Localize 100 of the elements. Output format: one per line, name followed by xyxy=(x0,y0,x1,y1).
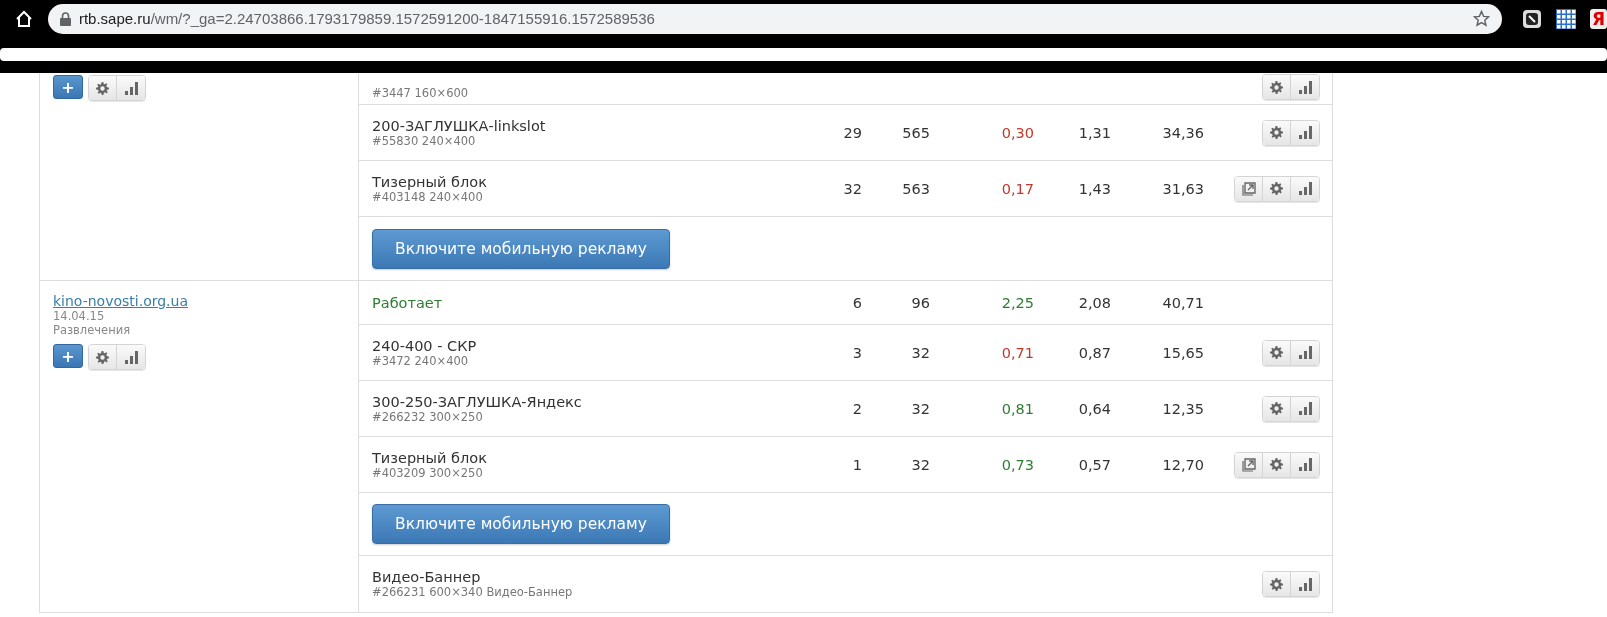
stat-value: 0,64 xyxy=(1077,400,1111,417)
placement-title: Тизерный блок xyxy=(372,173,488,190)
stat-value: 563 xyxy=(901,180,930,197)
export-button[interactable] xyxy=(1235,176,1263,201)
status-text: Работает xyxy=(372,294,444,311)
stat-value: 1,43 xyxy=(1077,180,1111,197)
placement-info: #403209 300×250 xyxy=(372,465,484,480)
stats-button[interactable] xyxy=(1291,176,1319,201)
gear-icon xyxy=(1270,458,1283,471)
add-button[interactable]: + xyxy=(53,344,83,368)
export-icon xyxy=(1241,457,1256,472)
settings-button[interactable] xyxy=(1263,572,1291,596)
stats-button[interactable] xyxy=(1291,340,1319,365)
placement-info: #3447 160×600 xyxy=(372,86,470,100)
stat-value: 2 xyxy=(851,400,862,417)
bar-chart-icon xyxy=(1298,402,1312,415)
bar-chart-icon xyxy=(1298,346,1312,359)
home-icon[interactable] xyxy=(14,9,33,28)
placement-title: Видео-Баннер xyxy=(372,569,482,585)
gear-icon xyxy=(96,350,109,364)
stat-value: 0,73 xyxy=(1000,456,1034,473)
stats-button[interactable] xyxy=(1291,75,1319,99)
stat-value: 2,25 xyxy=(1000,294,1034,311)
bar-chart-icon xyxy=(1298,458,1312,471)
stat-value: 2,08 xyxy=(1077,294,1111,311)
grid-icon[interactable] xyxy=(1555,8,1576,29)
settings-button[interactable] xyxy=(1263,340,1291,365)
settings-button[interactable] xyxy=(1263,176,1291,201)
star-icon[interactable] xyxy=(1472,10,1490,27)
settings-button[interactable] xyxy=(89,76,117,100)
site-link[interactable]: kino-novosti.org.ua xyxy=(53,293,358,309)
stat-value: 3 xyxy=(851,344,862,361)
gear-icon xyxy=(1270,182,1283,195)
site-category: Развлечения xyxy=(53,323,132,337)
stats-button[interactable] xyxy=(117,345,145,369)
stat-value: 6 xyxy=(851,294,862,311)
stat-value: 31,63 xyxy=(1161,180,1204,197)
stat-value: 0,87 xyxy=(1077,344,1111,361)
stat-value: 12,70 xyxy=(1161,456,1204,473)
stat-value: 0,71 xyxy=(1000,344,1034,361)
placement-title: 200-ЗАГЛУШКА-linkslot xyxy=(372,117,547,134)
placement-title: 300-250-ЗАГЛУШКА-Яндекс xyxy=(372,393,583,410)
placement-info: #403148 240×400 xyxy=(372,189,484,204)
placement-title: 240-400 - СКР xyxy=(372,337,478,354)
add-button[interactable]: + xyxy=(53,75,83,99)
stat-value: 29 xyxy=(842,124,862,141)
stat-value: 32 xyxy=(910,456,930,473)
stat-value: 40,71 xyxy=(1161,294,1204,311)
lock-icon xyxy=(59,11,71,26)
export-button[interactable] xyxy=(1235,452,1263,477)
gear-icon xyxy=(1270,402,1283,415)
gear-icon xyxy=(1270,126,1283,139)
bar-chart-icon xyxy=(1298,182,1312,195)
stat-value: 32 xyxy=(842,180,862,197)
placement-title: Тизерный блок xyxy=(372,449,488,466)
bar-chart-icon xyxy=(1298,126,1312,139)
gear-icon xyxy=(1270,346,1283,359)
settings-button[interactable] xyxy=(1263,75,1291,99)
gear-icon xyxy=(1270,577,1283,591)
stat-value: 0,81 xyxy=(1000,400,1034,417)
stat-value: 34,36 xyxy=(1161,124,1204,141)
placement-info: #55830 240×400 xyxy=(372,133,477,148)
stat-value: 32 xyxy=(910,400,930,417)
enable-mobile-ads-button[interactable]: Включите мобильную рекламу xyxy=(372,504,670,544)
bar-chart-icon xyxy=(1298,80,1312,94)
stat-value: 32 xyxy=(910,344,930,361)
stats-button[interactable] xyxy=(1291,572,1319,596)
stat-value: 1,31 xyxy=(1077,124,1111,141)
bar-chart-icon xyxy=(124,350,138,364)
stats-button[interactable] xyxy=(117,76,145,100)
url-path: /wm/?_ga=2.24703866.1793179859.1572591200-1847155916.1572589536 xyxy=(150,10,655,27)
settings-button[interactable] xyxy=(1263,120,1291,145)
url-host: rtb.sape.ru xyxy=(78,10,151,27)
placement-info: #266232 300×250 xyxy=(372,409,484,424)
export-icon xyxy=(1241,181,1256,196)
enable-mobile-ads-button[interactable]: Включите мобильную рекламу xyxy=(372,228,670,269)
stat-value: 0,17 xyxy=(1000,180,1034,197)
gear-icon xyxy=(1270,80,1283,94)
stats-button[interactable] xyxy=(1291,396,1319,421)
settings-button[interactable] xyxy=(1263,452,1291,477)
placement-info: #3472 240×400 xyxy=(372,353,470,368)
stats-button[interactable] xyxy=(1291,120,1319,145)
stat-value: 565 xyxy=(901,124,930,141)
yandex-extension-icon[interactable]: Я xyxy=(1589,8,1607,29)
gear-icon xyxy=(96,81,109,95)
settings-button[interactable] xyxy=(89,345,117,369)
stats-button[interactable] xyxy=(1291,452,1319,477)
stat-value: 96 xyxy=(910,294,930,311)
extension-icon[interactable] xyxy=(1521,8,1542,29)
bar-chart-icon xyxy=(124,81,138,95)
site-date: 14.04.15 xyxy=(53,309,106,323)
settings-button[interactable] xyxy=(1263,396,1291,421)
stat-value: 1 xyxy=(851,456,862,473)
placement-info: #266231 600×340 Видео-Баннер xyxy=(372,585,574,599)
address-bar[interactable]: rtb.sape.ru/wm/?_ga=2.24703866.1793179859.1572591200-1847155916.1572589536 xyxy=(47,3,1502,34)
stat-value: 12,35 xyxy=(1161,400,1204,417)
stat-value: 0,30 xyxy=(1000,124,1034,141)
bar-chart-icon xyxy=(1298,577,1312,591)
stat-value: 0,57 xyxy=(1077,456,1111,473)
stat-value: 15,65 xyxy=(1161,344,1204,361)
